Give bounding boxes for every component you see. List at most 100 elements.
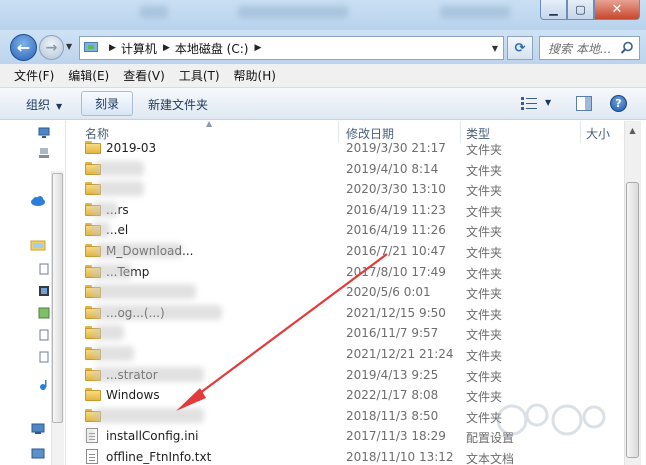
- redaction-blur: [94, 407, 204, 423]
- menu-help[interactable]: 帮助(H): [234, 67, 276, 84]
- redaction-blur: [94, 304, 222, 320]
- documents-icon[interactable]: [38, 351, 50, 363]
- file-row[interactable]: 2019-03 2019/3/30 21:17 文件夹: [76, 138, 622, 159]
- redaction-blur: [94, 346, 134, 361]
- file-row[interactable]: ...el 2016/4/19 11:26 文件夹: [76, 220, 622, 241]
- maximize-button[interactable]: ▢: [567, 0, 594, 20]
- back-button[interactable]: ←: [10, 34, 37, 61]
- organize-button[interactable]: 组织 ▼: [26, 96, 62, 113]
- file-row[interactable]: ...strator2019/4/13 9:25文件夹: [76, 365, 622, 386]
- crumb-separator[interactable]: ▶: [254, 43, 261, 53]
- file-type: 文件夹: [466, 204, 503, 219]
- search-placeholder: 搜索 本地...: [548, 41, 612, 56]
- forward-button[interactable]: →: [39, 35, 64, 60]
- library-icon[interactable]: [30, 239, 46, 251]
- crumb-separator[interactable]: ▶: [109, 43, 116, 53]
- file-type: 文件夹: [466, 184, 503, 199]
- music-icon[interactable]: [38, 379, 50, 391]
- preview-pane-icon[interactable]: [576, 96, 592, 111]
- file-type: 文件夹: [466, 369, 503, 384]
- refresh-button[interactable]: ⟳: [507, 36, 533, 60]
- breadcrumb-local-disk[interactable]: 本地磁盘 (C:): [175, 40, 249, 57]
- folder-icon: [85, 388, 101, 402]
- file-name: 2019-03: [106, 141, 157, 155]
- folder-icon: [85, 141, 101, 154]
- file-type: 文件夹: [466, 143, 503, 157]
- file-date: 2017/8/10 17:49: [346, 264, 446, 279]
- redaction-blur: [92, 263, 132, 279]
- new-folder-button[interactable]: 新建文件夹: [148, 96, 208, 113]
- file-date: 2022/1/17 8:08: [346, 388, 439, 403]
- search-input[interactable]: 搜索 本地...: [539, 36, 640, 60]
- redaction-blur: [96, 181, 144, 197]
- file-date: 2020/5/6 0:01: [346, 285, 431, 300]
- arrow-right-icon: →: [45, 39, 58, 56]
- file-row[interactable]: ...rs2016/4/19 11:23文件夹: [76, 200, 622, 221]
- menu-view[interactable]: 查看(V): [123, 67, 165, 84]
- chevron-down-icon: ▼: [56, 102, 63, 111]
- file-row[interactable]: 2021/12/21 21:24 文件夹: [76, 344, 622, 365]
- video-icon[interactable]: [38, 285, 50, 297]
- file-row[interactable]: ...Temp2017/8/10 17:49文件夹: [76, 262, 622, 283]
- scroll-up-button[interactable]: ▲: [624, 122, 641, 138]
- file-row[interactable]: ...og...(...)2021/12/15 9:50文件夹: [76, 303, 622, 324]
- navigation-row: ← → ▼ ▶ 计算机 ▶ 本地磁盘 (C:) ▶ ▼ ⟳ 搜索 本地...: [0, 30, 646, 64]
- pictures-icon[interactable]: [38, 307, 50, 319]
- file-type: 文件夹: [466, 225, 503, 240]
- network-drive-icon[interactable]: [38, 147, 50, 159]
- burn-label: 刻录: [94, 97, 119, 111]
- file-type: 文件夹: [466, 246, 503, 260]
- file-date: 2019/4/13 9:25: [346, 367, 439, 382]
- refresh-icon: ⟳: [514, 40, 526, 56]
- file-row[interactable]: 2019/4/10 8:14 文件夹: [76, 159, 622, 180]
- file-type: 文件夹: [466, 287, 503, 302]
- redaction-blur: [94, 325, 124, 341]
- computer-icon[interactable]: [30, 423, 46, 435]
- file-date: 2019/3/30 21:17: [346, 141, 446, 155]
- file-list-scroll-thumb[interactable]: [626, 182, 639, 458]
- breadcrumb-computer[interactable]: 计算机: [121, 40, 157, 57]
- file-row[interactable]: M_Download...2016/7/21 10:47文件夹: [76, 241, 622, 262]
- computer-icon: [83, 40, 103, 56]
- menu-edit[interactable]: 编辑(E): [68, 67, 109, 84]
- redaction-blur: [96, 243, 182, 258]
- file-row[interactable]: offline_FtnInfo.txt 2018/11/10 13:12 文本文档: [76, 447, 622, 465]
- network-icon[interactable]: [30, 447, 46, 459]
- file-date: 2016/11/7 9:57: [346, 326, 439, 341]
- file-date: 2021/12/21 21:24: [346, 347, 454, 361]
- minimize-button[interactable]: ▁: [540, 0, 567, 20]
- file-type: 文件夹: [466, 307, 503, 322]
- title-blur: [140, 6, 168, 18]
- help-icon[interactable]: ?: [610, 95, 627, 112]
- view-options-icon[interactable]: [521, 97, 537, 110]
- menu-file[interactable]: 文件(F): [14, 67, 54, 84]
- navigation-scroll-thumb[interactable]: [52, 173, 63, 423]
- file-row[interactable]: 2020/5/6 0:01 文件夹: [76, 282, 622, 303]
- view-dropdown[interactable]: ▼: [545, 98, 551, 107]
- command-bar: 组织 ▼ 刻录 新建文件夹 ▼ ?: [0, 88, 646, 120]
- search-icon[interactable]: [620, 41, 634, 55]
- file-date: 2016/4/19 11:23: [346, 202, 446, 217]
- cloud-icon[interactable]: [30, 195, 46, 207]
- file-row[interactable]: 2020/3/30 13:10 文件夹: [76, 179, 622, 200]
- documents-icon[interactable]: [38, 263, 50, 275]
- redaction-blur: [92, 284, 196, 300]
- file-row[interactable]: 2016/11/7 9:57 文件夹: [76, 323, 622, 344]
- history-dropdown[interactable]: ▼: [66, 42, 72, 51]
- file-date: 2019/4/10 8:14: [346, 161, 439, 176]
- address-dropdown[interactable]: ▼: [492, 44, 498, 53]
- organize-label: 组织: [26, 98, 51, 112]
- file-date: 2016/4/19 11:26: [346, 223, 446, 238]
- redaction-blur: [96, 160, 144, 176]
- monitor-icon[interactable]: [38, 127, 50, 139]
- documents-icon[interactable]: [38, 329, 50, 341]
- crumb-separator[interactable]: ▶: [163, 43, 170, 53]
- file-date: 2016/7/21 10:47: [346, 244, 446, 258]
- sort-arrow-icon: ▲: [206, 121, 213, 128]
- close-button[interactable]: ✕: [594, 0, 640, 20]
- redaction-blur: [92, 201, 118, 217]
- menu-tools[interactable]: 工具(T): [179, 67, 220, 84]
- address-bar[interactable]: ▶ 计算机 ▶ 本地磁盘 (C:) ▶ ▼: [79, 36, 504, 60]
- burn-button[interactable]: 刻录: [81, 91, 133, 116]
- file-type: 文件夹: [466, 163, 503, 178]
